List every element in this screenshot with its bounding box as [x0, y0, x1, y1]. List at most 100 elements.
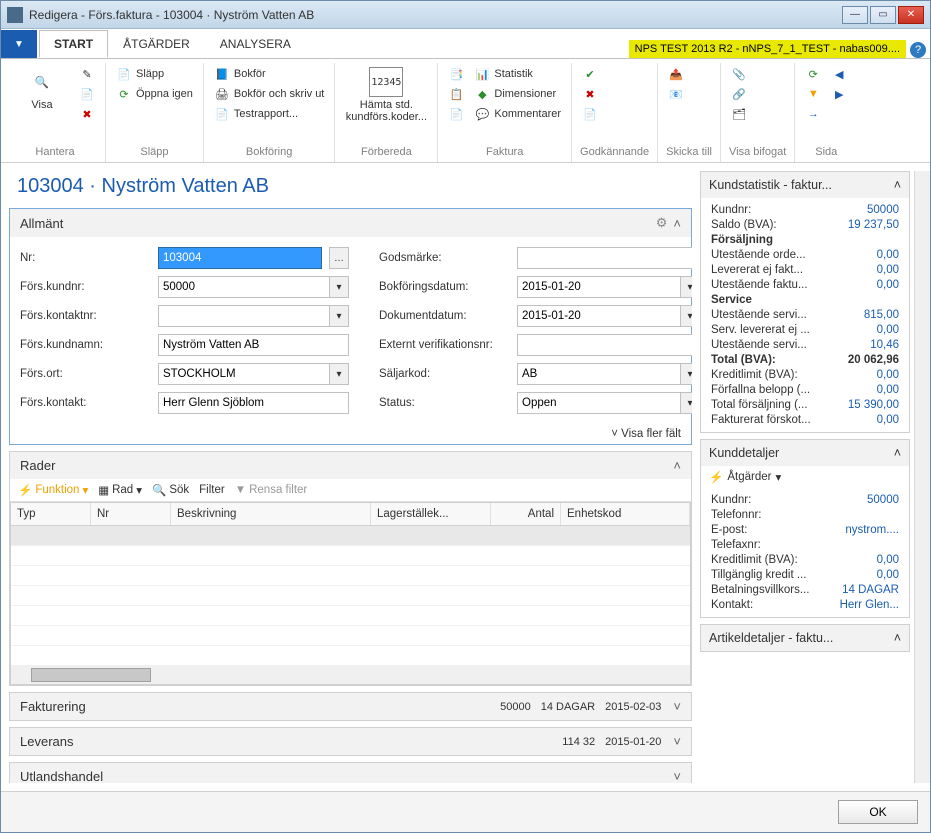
- dropdown-icon[interactable]: ▾: [680, 363, 692, 385]
- dropdown-icon[interactable]: ▾: [329, 276, 349, 298]
- ribbon-prev-icon[interactable]: ◀: [829, 65, 849, 83]
- gear-icon[interactable]: ⚙: [656, 215, 668, 231]
- field-kundnr[interactable]: [158, 276, 330, 298]
- factbox-artikeldetaljer-header[interactable]: Artikeldetaljer - faktu...˄: [701, 625, 909, 651]
- factbox-row[interactable]: Kontakt:Herr Glen...: [711, 599, 899, 611]
- fasttab-fakturering-header[interactable]: Fakturering 5000014 DAGAR2015-02-03 ˅: [10, 693, 691, 720]
- help-icon[interactable]: ?: [910, 42, 926, 58]
- field-nr[interactable]: [158, 247, 322, 269]
- ribbon-dimensions[interactable]: ◆Dimensioner: [472, 85, 563, 103]
- ribbon-edit[interactable]: ✎: [77, 65, 97, 83]
- col-enhet[interactable]: Enhetskod: [561, 503, 690, 525]
- lines-body[interactable]: [11, 526, 690, 666]
- factbox-row[interactable]: Levererat ej fakt...0,00: [711, 264, 899, 276]
- minimize-button[interactable]: —: [842, 6, 868, 24]
- tab-actions[interactable]: ÅTGÄRDER: [108, 30, 205, 58]
- dropdown-icon[interactable]: ▾: [329, 363, 349, 385]
- factbox-kunddetaljer-header[interactable]: Kunddetaljer˄: [701, 440, 909, 466]
- ribbon-goto-icon[interactable]: →: [803, 105, 823, 123]
- field-saljarkod[interactable]: [517, 363, 681, 385]
- ribbon-post-print[interactable]: 🖨Bokför och skriv ut: [212, 85, 326, 103]
- maximize-button[interactable]: ▭: [870, 6, 896, 24]
- ribbon-delete[interactable]: ✖: [77, 105, 97, 123]
- field-dokdatum[interactable]: [517, 305, 681, 327]
- tab-start[interactable]: START: [39, 30, 108, 58]
- field-ort[interactable]: [158, 363, 330, 385]
- factbox-row[interactable]: Total försäljning (...15 390,00: [711, 399, 899, 411]
- lookup-nr-button[interactable]: …: [329, 247, 349, 269]
- field-kontakt[interactable]: [158, 392, 349, 414]
- ribbon-refresh-icon[interactable]: ⟳: [803, 65, 823, 83]
- fasttab-utland-header[interactable]: Utlandshandel ˅: [10, 763, 691, 783]
- ribbon-approve-b[interactable]: ✖: [580, 85, 600, 103]
- factbox-row[interactable]: Utestående faktu...0,00: [711, 279, 899, 291]
- ribbon-icon-c[interactable]: 📄: [446, 105, 466, 123]
- ribbon-approve-c[interactable]: 📄: [580, 105, 600, 123]
- dropdown-icon[interactable]: ▾: [329, 305, 349, 327]
- fasttab-leverans-header[interactable]: Leverans 114 322015-01-20 ˅: [10, 728, 691, 755]
- horizontal-scrollbar[interactable]: [11, 666, 690, 684]
- factbox-row[interactable]: Fakturerat förskot...0,00: [711, 414, 899, 426]
- ribbon-icon-a[interactable]: 📑: [446, 65, 466, 83]
- lines-sok[interactable]: 🔍 Sök: [152, 483, 189, 497]
- factbox-kundstatistik-header[interactable]: Kundstatistik - faktur...˄: [701, 172, 909, 198]
- ribbon-post[interactable]: 📘Bokför: [212, 65, 326, 83]
- factbox-row[interactable]: Total (BVA):20 062,96: [711, 354, 899, 366]
- dropdown-icon[interactable]: ▾: [680, 276, 692, 298]
- field-bokdatum[interactable]: [517, 276, 681, 298]
- factbox-row[interactable]: E-post:nystrom....: [711, 524, 899, 536]
- ribbon-approve-a[interactable]: ✔: [580, 65, 600, 83]
- field-gods[interactable]: [517, 247, 692, 269]
- dropdown-icon[interactable]: ▾: [680, 392, 692, 414]
- field-extver[interactable]: [517, 334, 692, 356]
- col-antal[interactable]: Antal: [491, 503, 561, 525]
- ribbon-statistics[interactable]: 📊Statistik: [472, 65, 563, 83]
- ribbon-attach-b[interactable]: 🔗: [729, 85, 749, 103]
- ribbon-new[interactable]: 📄: [77, 85, 97, 103]
- fasttab-allmant-header[interactable]: Allmänt ⚙ ˄: [10, 209, 691, 237]
- show-more-fields[interactable]: ˅ Visa fler fält: [10, 424, 691, 444]
- ribbon-test-report[interactable]: 📄Testrapport...: [212, 105, 326, 123]
- factbox-row[interactable]: Kreditlimit (BVA):0,00: [711, 369, 899, 381]
- factbox-row[interactable]: Saldo (BVA):19 237,50: [711, 219, 899, 231]
- factbox-row[interactable]: Utestående servi...815,00: [711, 309, 899, 321]
- factbox-row[interactable]: Förfallna belopp (...0,00: [711, 384, 899, 396]
- field-kontaktnr[interactable]: [158, 305, 330, 327]
- factbox-row[interactable]: Kundnr:50000: [711, 494, 899, 506]
- factbox-row[interactable]: Betalningsvillkors...14 DAGAR: [711, 584, 899, 596]
- ribbon-send-a[interactable]: 📤: [666, 65, 686, 83]
- ribbon-next-icon[interactable]: ▶: [829, 85, 849, 103]
- vertical-scrollbar[interactable]: [914, 171, 930, 783]
- col-typ[interactable]: Typ: [11, 503, 91, 525]
- col-lager[interactable]: Lagerställek...: [371, 503, 491, 525]
- ribbon-view[interactable]: 🔍Visa: [13, 65, 71, 113]
- factbox-row[interactable]: Serv. levererat ej ...0,00: [711, 324, 899, 336]
- lines-rensa[interactable]: ▼ Rensa filter: [235, 484, 308, 496]
- factbox-row[interactable]: Telefaxnr:: [711, 539, 899, 551]
- factbox-atgarder[interactable]: ⚡Åtgärder ▾: [701, 466, 909, 488]
- lines-filter[interactable]: Filter: [199, 484, 225, 496]
- close-button[interactable]: ✕: [898, 6, 924, 24]
- ribbon-attach-c[interactable]: 🗂: [729, 105, 749, 123]
- ribbon-release[interactable]: 📄Släpp: [114, 65, 195, 83]
- ribbon-filter-icon[interactable]: ▼: [803, 85, 823, 103]
- ribbon-comments[interactable]: 💬Kommentarer: [472, 105, 563, 123]
- fasttab-rader-header[interactable]: Rader˄: [10, 452, 691, 479]
- lines-rad[interactable]: ▦ Rad ▾: [98, 483, 142, 497]
- factbox-row[interactable]: Telefonnr:: [711, 509, 899, 521]
- col-nr[interactable]: Nr: [91, 503, 171, 525]
- col-beskr[interactable]: Beskrivning: [171, 503, 371, 525]
- ribbon-send-b[interactable]: 📧: [666, 85, 686, 103]
- factbox-row[interactable]: Tillgänglig kredit ...0,00: [711, 569, 899, 581]
- factbox-row[interactable]: Utestående servi...10,46: [711, 339, 899, 351]
- field-status[interactable]: [517, 392, 681, 414]
- factbox-row[interactable]: Utestående orde...0,00: [711, 249, 899, 261]
- factbox-row[interactable]: Kundnr:50000: [711, 204, 899, 216]
- ribbon-icon-b[interactable]: 📋: [446, 85, 466, 103]
- ribbon-hamtastd[interactable]: 12345Hämta std. kundförs.koder...: [343, 65, 429, 125]
- dropdown-icon[interactable]: ▾: [680, 305, 692, 327]
- file-menu-button[interactable]: ▼: [1, 30, 37, 58]
- ribbon-reopen[interactable]: ⟳Öppna igen: [114, 85, 195, 103]
- lines-funktion[interactable]: ⚡ Funktion ▾: [18, 483, 88, 497]
- tab-analyze[interactable]: ANALYSERA: [205, 30, 306, 58]
